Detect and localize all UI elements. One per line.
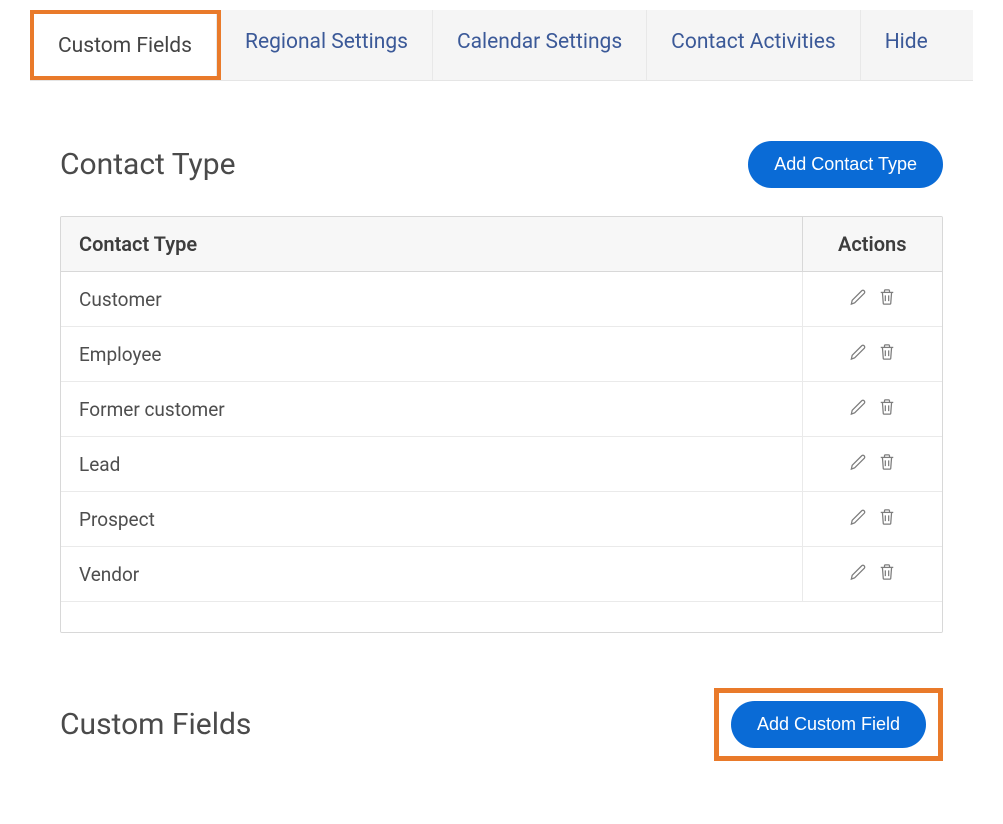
row-actions [802,272,942,327]
highlight-tab-custom-fields: Custom Fields [30,10,221,80]
contact-type-name: Vendor [61,547,802,602]
delete-icon[interactable] [876,396,898,418]
edit-icon[interactable] [847,451,869,473]
table-header-row: Contact Type Actions [61,217,942,272]
row-actions [802,327,942,382]
add-contact-type-button[interactable]: Add Contact Type [748,141,943,188]
edit-icon[interactable] [847,286,869,308]
edit-icon[interactable] [847,396,869,418]
row-actions [802,547,942,602]
contact-type-table: Contact Type Actions Customer Employee [61,217,942,602]
custom-fields-section: Custom Fields Add Custom Field [60,688,943,761]
highlight-add-custom-field: Add Custom Field [714,688,943,761]
contact-type-header: Contact Type Add Contact Type [60,141,943,188]
settings-tabstrip: Custom Fields Regional Settings Calendar… [30,10,973,81]
row-actions [802,437,942,492]
settings-page: Custom Fields Regional Settings Calendar… [0,0,1003,824]
row-actions [802,382,942,437]
tab-label: Hide [885,30,928,54]
tab-regional-settings[interactable]: Regional Settings [221,10,433,80]
contact-type-table-wrapper: Contact Type Actions Customer Employee [60,216,943,633]
contact-type-heading: Contact Type [60,147,236,182]
tab-label: Contact Activities [671,30,836,54]
tab-label: Custom Fields [58,34,192,58]
custom-fields-card: Contact Type Add Contact Type Contact Ty… [30,111,973,761]
delete-icon[interactable] [876,341,898,363]
table-row: Lead [61,437,942,492]
tab-contact-activities[interactable]: Contact Activities [647,10,861,80]
tab-label: Calendar Settings [457,30,622,54]
add-custom-field-button[interactable]: Add Custom Field [731,701,926,748]
delete-icon[interactable] [876,286,898,308]
row-actions [802,492,942,547]
edit-icon[interactable] [847,506,869,528]
contact-type-name: Customer [61,272,802,327]
table-row: Vendor [61,547,942,602]
delete-icon[interactable] [876,451,898,473]
contact-type-name: Former customer [61,382,802,437]
edit-icon[interactable] [847,341,869,363]
table-row: Prospect [61,492,942,547]
delete-icon[interactable] [876,506,898,528]
tab-label: Regional Settings [245,30,408,54]
tab-calendar-settings[interactable]: Calendar Settings [433,10,647,80]
tab-custom-fields[interactable]: Custom Fields [34,14,217,76]
table-row: Customer [61,272,942,327]
contact-type-name: Employee [61,327,802,382]
delete-icon[interactable] [876,561,898,583]
tab-hide[interactable]: Hide [861,10,952,80]
column-header-actions: Actions [802,217,942,272]
edit-icon[interactable] [847,561,869,583]
table-row: Former customer [61,382,942,437]
contact-type-name: Lead [61,437,802,492]
contact-type-name: Prospect [61,492,802,547]
table-footer-space [61,602,942,632]
column-header-type: Contact Type [61,217,802,272]
table-row: Employee [61,327,942,382]
custom-fields-heading: Custom Fields [60,707,251,742]
